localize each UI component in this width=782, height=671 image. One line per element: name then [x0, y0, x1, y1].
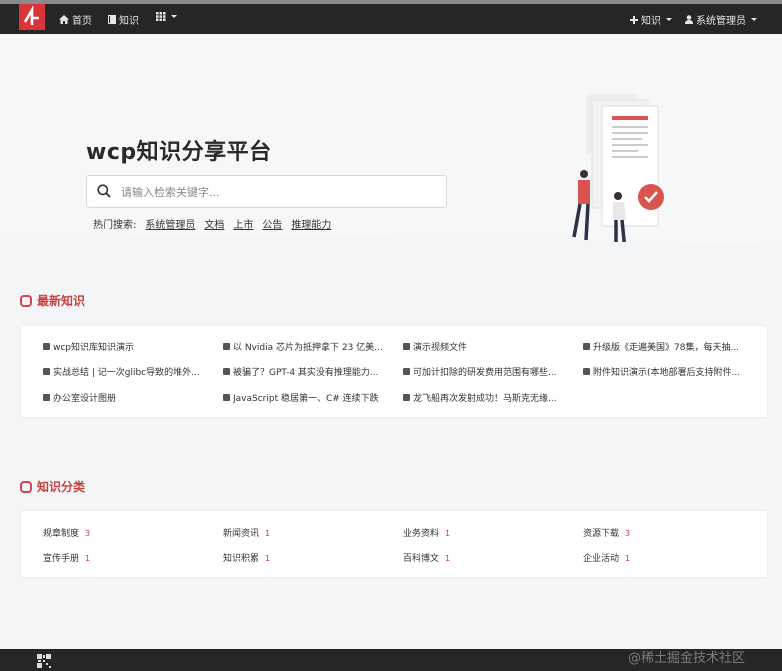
qr-code-icon [37, 654, 51, 668]
knowledge-item[interactable]: 升级版《走遍美国》78集，每天抽... [583, 340, 763, 353]
nav-home[interactable]: 首页 [59, 12, 92, 27]
user-icon [685, 15, 693, 24]
navbar: 首页 知识 知识 系统管理员 [0, 4, 782, 34]
document-icon [223, 394, 230, 401]
category-count: 1 [445, 554, 451, 563]
category-item[interactable]: 资源下载 3 [583, 526, 763, 539]
categories-section-title: 知识分类 [37, 480, 86, 494]
logo[interactable] [19, 4, 45, 30]
hot-search-bar: 热门搜索: 系统管理员 文档 上市 公告 推理能力 [93, 216, 331, 231]
search-input[interactable] [119, 181, 433, 203]
latest-row: 实战总结 | 记一次glibc导致的堆外... 被骗了？GPT-4 其实没有推理… [43, 365, 763, 378]
knowledge-item[interactable]: 龙飞船再次发射成功！马斯克无缘... [403, 391, 583, 404]
category-count: 1 [265, 529, 271, 538]
nav-add-knowledge-label: 知识 [641, 16, 661, 27]
knowledge-item[interactable]: 被骗了？GPT-4 其实没有推理能力... [223, 365, 403, 378]
knowledge-item[interactable]: 演示视频文件 [403, 340, 583, 353]
category-row: 宣传手册 1 知识积累 1 百科博文 1 企业活动 1 [43, 551, 763, 564]
logo-icon [19, 4, 45, 30]
category-item[interactable]: 宣传手册 1 [43, 551, 223, 564]
search-icon[interactable] [97, 184, 111, 198]
categories-section-heading: 知识分类 [20, 478, 85, 495]
home-icon [59, 15, 69, 24]
folder-icon [583, 368, 590, 375]
document-icon [43, 368, 50, 375]
hot-term-link[interactable]: 系统管理员 [145, 216, 195, 231]
hot-term-link[interactable]: 上市 [233, 216, 253, 231]
document-icon [403, 368, 410, 375]
latest-section-heading: 最新知识 [20, 292, 85, 309]
plus-icon [630, 15, 638, 24]
category-row: 规章制度 3 新闻资讯 1 业务资料 1 资源下载 3 [43, 526, 763, 539]
nav-add-knowledge[interactable]: 知识 [630, 12, 672, 27]
category-item[interactable]: 知识积累 1 [223, 551, 403, 564]
hero-banner: wcp知识分享平台 热门搜索: 系统管理员 文档 上市 公告 推理能力 [0, 34, 782, 249]
nav-knowledge-label: 知识 [119, 16, 139, 27]
nav-user-menu[interactable]: 系统管理员 [685, 12, 757, 27]
knowledge-item[interactable]: JavaScript 稳居第一、C# 连续下跌 [223, 391, 403, 404]
folder-icon [43, 394, 50, 401]
hot-term-link[interactable]: 公告 [262, 216, 282, 231]
knowledge-item[interactable]: wcp知识库知识演示 [43, 340, 223, 353]
watermark: @稀土掘金技术社区 [628, 651, 746, 666]
nav-user-label: 系统管理员 [696, 16, 746, 27]
knowledge-item[interactable]: 实战总结 | 记一次glibc导致的堆外... [43, 365, 223, 378]
category-count: 1 [625, 554, 631, 563]
category-count: 3 [625, 529, 631, 538]
document-icon [43, 343, 50, 350]
category-count: 1 [85, 554, 91, 563]
page-title: wcp知识分享平台 [86, 140, 272, 165]
knowledge-item[interactable]: 附件知识演示(本地部署后支持附件... [583, 365, 763, 378]
hot-term-link[interactable]: 推理能力 [291, 216, 331, 231]
document-icon [403, 394, 410, 401]
circle-icon [20, 294, 32, 307]
hot-search-label: 热门搜索: [93, 220, 137, 231]
grid-icon [156, 12, 166, 21]
knowledge-item[interactable]: 办公室设计图册 [43, 391, 223, 404]
latest-section-title: 最新知识 [37, 294, 86, 308]
document-icon [583, 343, 590, 350]
category-item[interactable]: 业务资料 1 [403, 526, 583, 539]
nav-knowledge[interactable]: 知识 [108, 12, 139, 27]
document-icon [223, 343, 230, 350]
category-count: 3 [85, 529, 91, 538]
search-box[interactable] [86, 175, 447, 208]
knowledge-item[interactable]: 以 Nvidia 芯片为抵押拿下 23 亿美... [223, 340, 403, 353]
category-item[interactable]: 企业活动 1 [583, 551, 763, 564]
nav-home-label: 首页 [72, 16, 92, 27]
knowledge-item[interactable]: 可加计扣除的研发费用范围有哪些... [403, 365, 583, 378]
document-icon [223, 368, 230, 375]
category-item[interactable]: 百科博文 1 [403, 551, 583, 564]
hot-term-link[interactable]: 文档 [204, 216, 224, 231]
chevron-down-icon [751, 18, 757, 21]
book-icon [108, 15, 116, 24]
latest-row: wcp知识库知识演示 以 Nvidia 芯片为抵押拿下 23 亿美... 演示视… [43, 340, 763, 353]
category-item[interactable]: 新闻资讯 1 [223, 526, 403, 539]
folder-icon [403, 343, 410, 350]
chevron-down-icon [666, 18, 672, 21]
latest-knowledge-card: wcp知识库知识演示 以 Nvidia 芯片为抵押拿下 23 亿美... 演示视… [20, 325, 768, 418]
category-count: 1 [445, 529, 451, 538]
category-item[interactable]: 规章制度 3 [43, 526, 223, 539]
category-count: 1 [265, 554, 271, 563]
latest-row: 办公室设计图册 JavaScript 稳居第一、C# 连续下跌 龙飞船再次发射成… [43, 391, 583, 404]
categories-card: 规章制度 3 新闻资讯 1 业务资料 1 资源下载 3 宣传手册 1 知识积累 1 百科博文… [20, 510, 768, 578]
hero-illustration [572, 94, 664, 242]
chevron-down-icon [171, 15, 177, 18]
circle-icon [20, 480, 32, 493]
nav-apps-menu[interactable] [156, 12, 177, 21]
